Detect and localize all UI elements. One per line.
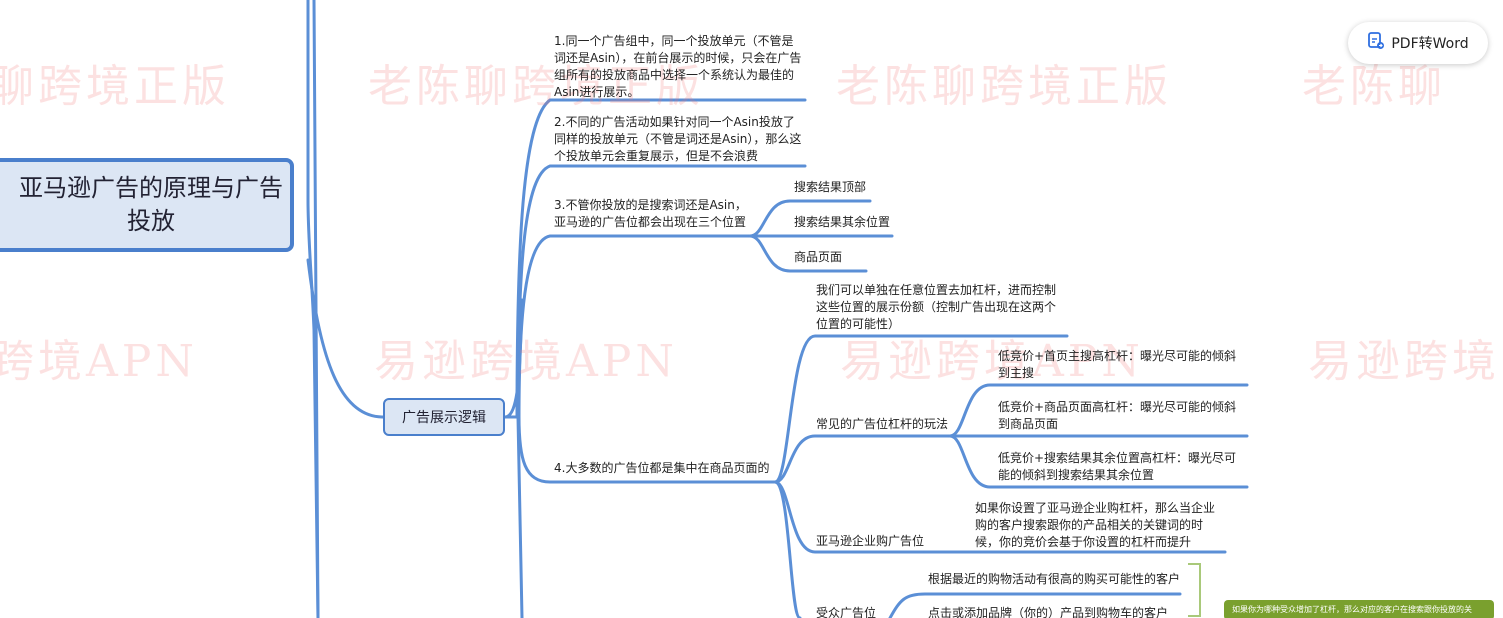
pdf-convert-icon (1367, 32, 1385, 54)
topic-p4-common[interactable]: 常见的广告位杠杆的玩法 (816, 416, 948, 433)
topic-p3-child-3[interactable]: 商品页面 (794, 249, 842, 266)
audience-note-callout[interactable]: 如果你为哪种受众增加了杠杆，那么对应的客户在搜索跟你投放的关 (1224, 600, 1494, 618)
topic-point-2[interactable]: 2.不同的广告活动如果针对同一个Asin投放了同样的投放单元（不管是词还是Asi… (554, 114, 804, 165)
topic-audience-child-1[interactable]: 根据最近的购物活动有很高的购买可能性的客户 (928, 571, 1180, 588)
topic-common-child-3[interactable]: 低竞价+搜索结果其余位置高杠杆：曝光尽可能的倾斜到搜索结果其余位置 (998, 450, 1244, 484)
topic-point-4[interactable]: 4.大多数的广告位都是集中在商品页面的 (554, 460, 769, 477)
root-topic[interactable]: 亚马逊广告的原理与广告投放 (0, 158, 294, 252)
topic-p3-child-1[interactable]: 搜索结果顶部 (794, 179, 866, 196)
topic-p4-business[interactable]: 亚马逊企业购广告位 (816, 533, 924, 550)
topic-p4-note[interactable]: 我们可以单独在任意位置去加杠杆，进而控制这些位置的展示份额（控制广告出现在这两个… (816, 282, 1066, 333)
topic-p4-audience[interactable]: 受众广告位 (816, 605, 876, 618)
branch-topic[interactable]: 广告展示逻辑 (383, 398, 505, 436)
topic-common-child-2[interactable]: 低竞价+商品页面高杠杆：曝光尽可能的倾斜到商品页面 (998, 399, 1244, 433)
topic-point-1[interactable]: 1.同一个广告组中，同一个投放单元（不管是词还是Asin），在前台展示的时候，只… (554, 33, 804, 101)
pdf-to-word-label: PDF转Word (1391, 36, 1469, 52)
topic-p3-child-2[interactable]: 搜索结果其余位置 (794, 214, 890, 231)
topic-business-child[interactable]: 如果你设置了亚马逊企业购杠杆，那么当企业购的客户搜索跟你的产品相关的关键词的时候… (975, 500, 1225, 551)
pdf-to-word-button[interactable]: PDF转Word (1348, 22, 1488, 64)
topic-common-child-1[interactable]: 低竞价+首页主搜高杠杆：曝光尽可能的倾斜到主搜 (998, 348, 1244, 382)
mindmap-canvas: 聊跨境正版 老陈聊跨境正版 老陈聊跨境正版 老陈聊 跨境APN 易逊跨境APN … (0, 0, 1503, 618)
topic-audience-child-2[interactable]: 点击或添加品牌（你的）产品到购物车的客户 (928, 605, 1168, 618)
topic-point-3[interactable]: 3.不管你投放的是搜索词还是Asin，亚马逊的广告位都会出现在三个位置 (554, 197, 748, 231)
